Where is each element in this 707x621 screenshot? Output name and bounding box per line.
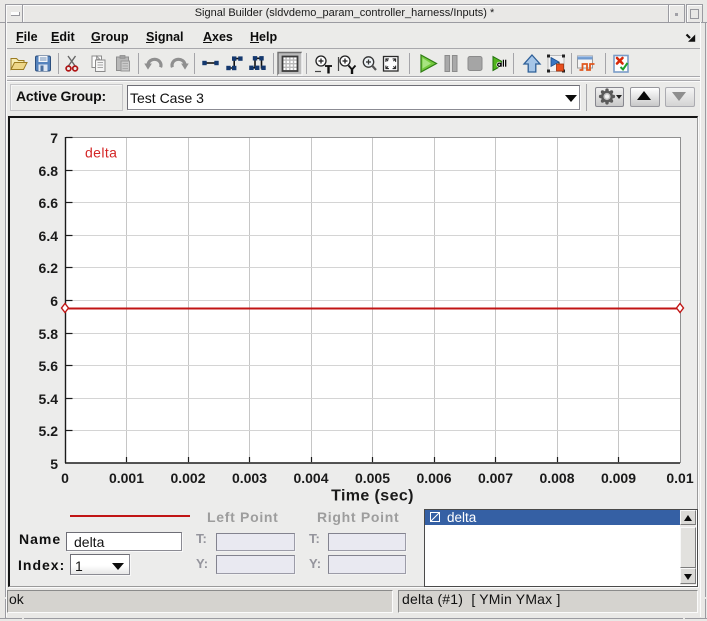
svg-text:Time (sec): Time (sec) [331, 488, 414, 505]
svg-text:6.8: 6.8 [39, 163, 59, 179]
svg-text:0.006: 0.006 [416, 470, 451, 486]
svg-text:6.4: 6.4 [39, 228, 59, 244]
svg-text:5: 5 [50, 456, 58, 472]
svg-text:0.01: 0.01 [666, 470, 693, 486]
svg-text:0.001: 0.001 [109, 470, 144, 486]
svg-text:0.002: 0.002 [170, 470, 205, 486]
svg-text:5.2: 5.2 [39, 423, 59, 439]
svg-text:0.007: 0.007 [478, 470, 513, 486]
svg-text:5.6: 5.6 [39, 358, 59, 374]
svg-text:5.4: 5.4 [39, 391, 59, 407]
svg-text:0.003: 0.003 [232, 470, 267, 486]
svg-text:6.2: 6.2 [39, 260, 59, 276]
svg-text:0: 0 [61, 470, 69, 486]
svg-text:5.8: 5.8 [39, 326, 59, 342]
svg-text:0.009: 0.009 [601, 470, 636, 486]
svg-text:0.005: 0.005 [355, 470, 390, 486]
svg-text:0.008: 0.008 [539, 470, 574, 486]
svg-text:0.004: 0.004 [293, 470, 328, 486]
svg-text:delta: delta [85, 145, 117, 161]
svg-text:6.6: 6.6 [39, 195, 59, 211]
svg-text:6: 6 [50, 293, 58, 309]
svg-text:7: 7 [50, 130, 58, 146]
